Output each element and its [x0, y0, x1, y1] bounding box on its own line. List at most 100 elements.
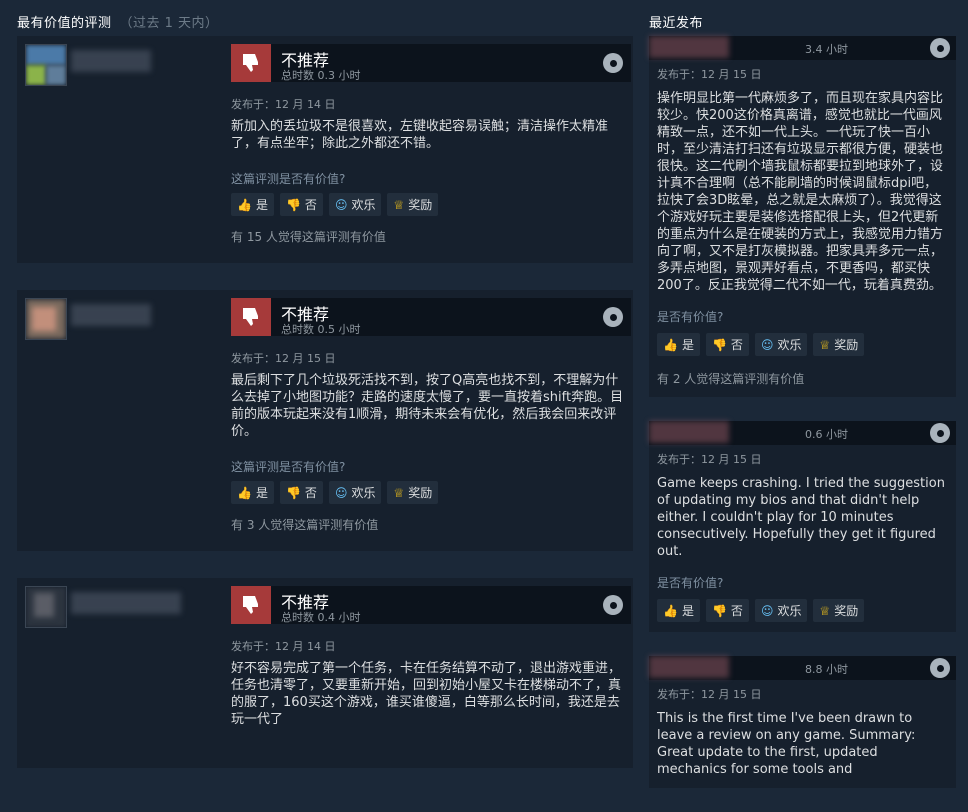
award-button[interactable]: ♕ 奖励 [387, 481, 439, 504]
posted-date: 发布于：12 月 14 日 [231, 640, 336, 653]
recent-review-header[interactable]: 3.4 小时 [649, 36, 956, 60]
posted-date: 发布于：12 月 15 日 [657, 68, 762, 81]
posted-date: 发布于：12 月 15 日 [231, 352, 336, 365]
steam-icon [930, 658, 950, 678]
helpful-question: 是否有价值? [657, 576, 724, 590]
award-button[interactable]: ♕ 奖励 [813, 333, 865, 356]
vote-no-button[interactable]: 👎 否 [279, 193, 323, 216]
vote-buttons: 👍 是 👎 否 ☺ 欢乐 ♕ 奖励 [231, 193, 631, 216]
playtime: 总时数 0.4 小时 [281, 611, 361, 624]
thumbs-down-icon: 👎 [285, 197, 301, 212]
found-helpful: 有 2 人觉得这篇评测有价值 [657, 372, 805, 386]
author-name[interactable] [71, 592, 181, 614]
vote-yes-button[interactable]: 👍 是 [657, 333, 700, 356]
found-helpful: 有 15 人觉得这篇评测有价值 [231, 230, 386, 244]
vote-yes-button[interactable]: 👍 是 [657, 599, 700, 622]
award-icon: ♕ [393, 197, 405, 212]
vote-no-button[interactable]: 👎 否 [279, 481, 323, 504]
vote-funny-button[interactable]: ☺ 欢乐 [754, 333, 808, 356]
recent-review-header[interactable]: 8.8 小时 [649, 656, 956, 680]
playtime: 3.4 小时 [805, 43, 848, 56]
playtime: 总时数 0.5 小时 [281, 323, 361, 336]
steam-icon [603, 595, 623, 615]
avatar[interactable] [25, 44, 67, 86]
vote-funny-button[interactable]: ☺ 欢乐 [328, 481, 382, 504]
review-body: 不推荐 总时数 0.4 小时 发布于：12 月 14 日 好不容易完成了第一个任… [231, 586, 631, 728]
award-icon: ♕ [819, 337, 831, 352]
award-icon: ♕ [393, 485, 405, 500]
author-name[interactable] [649, 36, 729, 58]
review-author[interactable] [17, 578, 217, 768]
steam-icon [930, 38, 950, 58]
author-name[interactable] [71, 50, 151, 72]
author-name[interactable] [649, 421, 729, 443]
review-author[interactable] [17, 290, 217, 551]
helpful-question: 这篇评测是否有价值? [231, 460, 346, 474]
award-button[interactable]: ♕ 奖励 [813, 599, 865, 622]
thumbs-down-icon [231, 586, 271, 624]
vote-buttons: 👍 是 👎 否 ☺ 欢乐 ♕ 奖励 [231, 481, 631, 504]
review-card: 不推荐 总时数 0.3 小时 发布于：12 月 14 日 新加入的丢垃圾不是很喜… [17, 36, 633, 263]
vote-header[interactable]: 不推荐 总时数 0.3 小时 [231, 44, 631, 82]
smile-icon: ☺ [760, 603, 774, 618]
vote-funny-button[interactable]: ☺ 欢乐 [754, 599, 808, 622]
posted-date: 发布于：12 月 15 日 [657, 688, 762, 701]
award-icon: ♕ [819, 603, 831, 618]
thumbs-down-icon: 👎 [711, 603, 727, 618]
helpful-question: 是否有价值? [657, 310, 724, 324]
posted-date: 发布于：12 月 14 日 [231, 98, 336, 111]
thumbs-down-icon: 👎 [711, 337, 727, 352]
vote-buttons: 👍 是 👎 否 ☺ 欢乐 ♕ 奖励 [657, 333, 948, 356]
vote-header[interactable]: 不推荐 总时数 0.4 小时 [231, 586, 631, 624]
author-name[interactable] [649, 656, 729, 678]
review-card: 不推荐 总时数 0.5 小时 发布于：12 月 15 日 最后剩下了几个垃圾死活… [17, 290, 633, 551]
recent-list: 3.4 小时 发布于：12 月 15 日 操作明显比第一代麻烦多了，而且现在家具… [649, 36, 956, 812]
thumbs-down-icon: 👎 [285, 485, 301, 500]
smile-icon: ☺ [760, 337, 774, 352]
most-helpful-list: 不推荐 总时数 0.3 小时 发布于：12 月 14 日 新加入的丢垃圾不是很喜… [17, 36, 633, 795]
author-name[interactable] [71, 304, 151, 326]
smile-icon: ☺ [334, 197, 348, 212]
found-helpful: 有 3 人觉得这篇评测有价值 [231, 518, 379, 532]
time-range-label: （过去 1 天内） [119, 16, 219, 31]
vote-buttons: 👍 是 👎 否 ☺ 欢乐 ♕ 奖励 [657, 599, 948, 622]
review-text: This is the first time I've been drawn t… [657, 711, 916, 777]
recent-review-card: 3.4 小时 发布于：12 月 15 日 操作明显比第一代麻烦多了，而且现在家具… [649, 36, 956, 397]
steam-icon [603, 307, 623, 327]
vote-header[interactable]: 不推荐 总时数 0.5 小时 [231, 298, 631, 336]
avatar[interactable] [25, 298, 67, 340]
vote-no-button[interactable]: 👎 否 [705, 599, 749, 622]
vote-yes-button[interactable]: 👍 是 [231, 481, 274, 504]
thumbs-down-icon [231, 298, 271, 336]
vote-yes-button[interactable]: 👍 是 [231, 193, 274, 216]
playtime: 总时数 0.3 小时 [281, 69, 361, 82]
review-card: 不推荐 总时数 0.4 小时 发布于：12 月 14 日 好不容易完成了第一个任… [17, 578, 633, 768]
recent-review-card: 0.6 小时 发布于：12 月 15 日 Game keeps crashing… [649, 421, 956, 632]
thumbs-up-icon: 👍 [237, 197, 252, 212]
award-button[interactable]: ♕ 奖励 [387, 193, 439, 216]
thumbs-up-icon: 👍 [663, 603, 678, 618]
playtime: 0.6 小时 [805, 428, 848, 441]
review-author[interactable] [17, 36, 217, 263]
vote-funny-button[interactable]: ☺ 欢乐 [328, 193, 382, 216]
smile-icon: ☺ [334, 485, 348, 500]
review-text: 新加入的丢垃圾不是很喜欢，左键收起容易误触；清洁操作太精准了，有点坐牢；除此之外… [231, 119, 609, 151]
thumbs-up-icon: 👍 [663, 337, 678, 352]
review-body: 不推荐 总时数 0.5 小时 发布于：12 月 15 日 最后剩下了几个垃圾死活… [231, 298, 631, 533]
recent-title: 最近发布 [649, 16, 704, 31]
helpful-question: 这篇评测是否有价值? [231, 172, 346, 186]
review-text: 操作明显比第一代麻烦多了，而且现在家具内容比较少。快200这价格真离谱，感觉也就… [657, 91, 944, 293]
review-text: 好不容易完成了第一个任务，卡在任务结算不动了，退出游戏重进，任务也清零了，又要重… [231, 661, 622, 727]
most-helpful-title: 最有价值的评测 （过去 1 天内） [17, 16, 219, 31]
review-text: 最后剩下了几个垃圾死活找不到，按了Q高亮也找不到，不理解为什么去掉了小地图功能？… [231, 373, 624, 439]
steam-icon [930, 423, 950, 443]
recent-review-card: 8.8 小时 发布于：12 月 15 日 This is the first t… [649, 656, 956, 788]
recent-review-header[interactable]: 0.6 小时 [649, 421, 956, 445]
review-body: 不推荐 总时数 0.3 小时 发布于：12 月 14 日 新加入的丢垃圾不是很喜… [231, 44, 631, 245]
thumbs-up-icon: 👍 [237, 485, 252, 500]
vote-no-button[interactable]: 👎 否 [705, 333, 749, 356]
avatar[interactable] [25, 586, 67, 628]
thumbs-down-icon [231, 44, 271, 82]
posted-date: 发布于：12 月 15 日 [657, 453, 762, 466]
steam-icon [603, 53, 623, 73]
